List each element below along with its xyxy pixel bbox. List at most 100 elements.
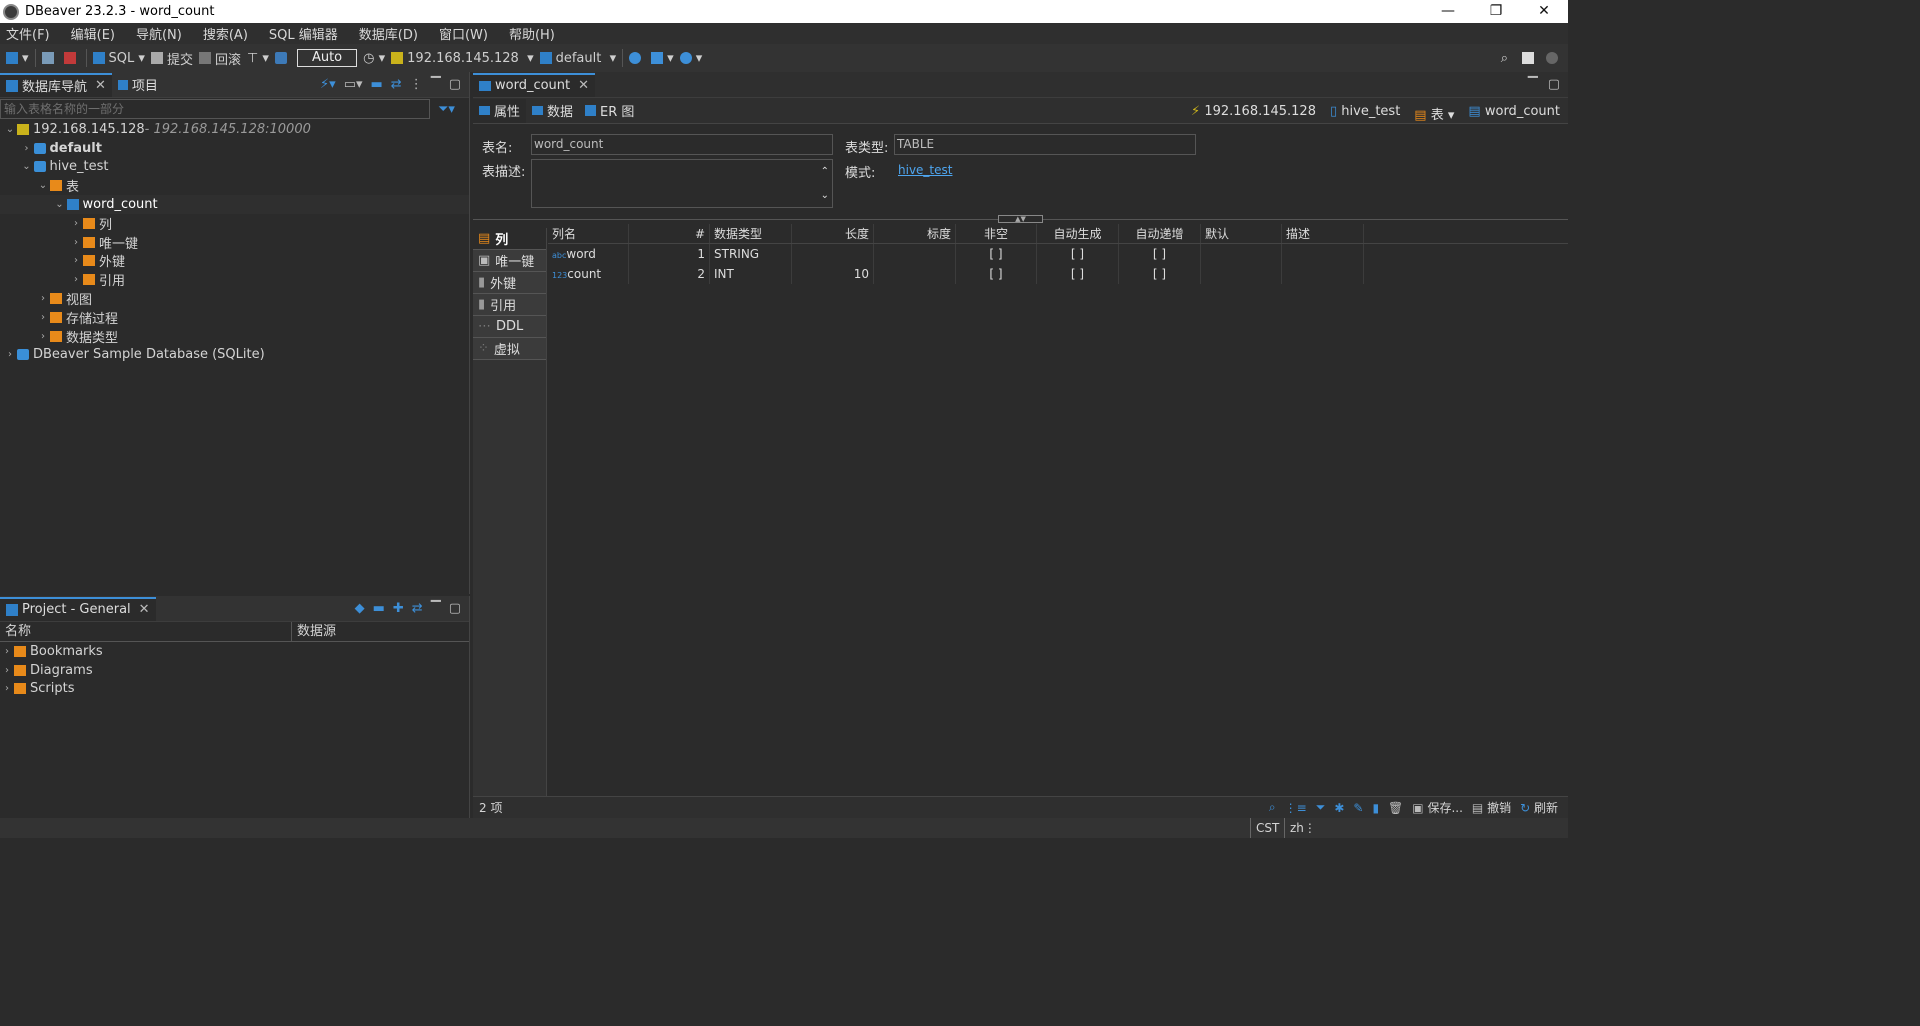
column-name-header[interactable]: 名称 — [0, 622, 292, 641]
menu-sql-editor[interactable]: SQL 编辑器 — [269, 24, 338, 43]
collapse-all-icon[interactable]: ▬ — [373, 601, 385, 616]
minimize-editor-icon[interactable]: ▔ — [1528, 77, 1538, 92]
tab-database-navigator[interactable]: 数据库导航 ✕ — [0, 72, 112, 97]
side-tab-columns[interactable]: ▤ 列 — [473, 228, 546, 250]
header-scale[interactable]: 标度 — [874, 224, 956, 243]
rollback-button[interactable]: 回滚 — [198, 49, 241, 68]
auto-generated-checkbox[interactable]: [ ] — [1037, 264, 1119, 284]
menu-navigate[interactable]: 导航(N) — [136, 24, 182, 43]
search-tool-icon[interactable]: ▾ — [679, 51, 702, 66]
breadcrumb-table[interactable]: ▤ word_count — [1468, 104, 1560, 123]
side-tab-foreign-keys[interactable]: ▮ 外键 — [473, 272, 546, 294]
collapse-all-icon[interactable]: ▬ — [371, 77, 383, 92]
chevron-right-icon[interactable]: › — [69, 218, 83, 229]
close-tab-icon[interactable]: ✕ — [95, 78, 106, 93]
header-data-type[interactable]: 数据类型 — [710, 224, 792, 243]
chevron-right-icon[interactable]: › — [3, 349, 17, 360]
view-menu-icon[interactable]: ⋮ — [410, 77, 423, 92]
side-tab-virtual[interactable]: ⁘ 虚拟 — [473, 338, 546, 360]
close-tab-icon[interactable]: ✕ — [139, 602, 150, 617]
tree-item[interactable]: › 数据类型 — [0, 327, 469, 346]
chevron-right-icon[interactable]: › — [69, 237, 83, 248]
breadcrumb-tables[interactable]: ▤ 表 ▾ — [1414, 104, 1454, 123]
subtab-er-diagram[interactable]: ER 图 — [579, 99, 640, 123]
side-tab-ddl[interactable]: ⋯ DDL — [473, 316, 546, 338]
subtab-properties[interactable]: 属性 — [473, 98, 527, 123]
tree-item[interactable]: ⌄ 192.168.145.128 - 192.168.145.128:10000 — [0, 120, 469, 139]
menu-edit[interactable]: 编辑(E) — [71, 24, 115, 43]
sql-editor-button[interactable]: SQL ▾ — [92, 51, 145, 66]
table-filter-input[interactable]: 输入表格名称的一部分 — [0, 99, 430, 119]
chevron-down-icon[interactable]: ⌄ — [53, 199, 67, 210]
column-datasource-header[interactable]: 数据源 — [292, 622, 336, 641]
tree-item[interactable]: › 列 — [0, 214, 469, 233]
menu-window[interactable]: 窗口(W) — [439, 24, 488, 43]
header-length[interactable]: 长度 — [792, 224, 874, 243]
refresh-button[interactable]: ↻ 刷新 — [1520, 799, 1558, 816]
auto-commit-toggle[interactable]: Auto — [296, 49, 358, 67]
edit-icon[interactable]: ✎ — [1353, 801, 1363, 815]
breadcrumb-database[interactable]: ▯ hive_test — [1330, 104, 1400, 123]
history-icon[interactable]: ◷ ▾ — [363, 51, 385, 66]
tree-item[interactable]: ⌄ 表 — [0, 176, 469, 195]
save-button[interactable]: ▣ 保存... — [1412, 799, 1463, 816]
scroll-down-icon[interactable]: ⌄ — [821, 186, 829, 205]
subtab-data[interactable]: 数据 — [526, 99, 579, 123]
link-with-editor-icon[interactable]: ⇄ — [412, 601, 423, 616]
table-name-field[interactable]: word_count — [531, 134, 833, 155]
tree-item[interactable]: ⌄ hive_test — [0, 158, 469, 177]
table-description-field[interactable]: ⌃ ⌄ — [531, 159, 833, 208]
tab-project-general[interactable]: Project - General ✕ — [0, 596, 156, 621]
chevron-right-icon[interactable]: › — [36, 293, 50, 304]
not-null-checkbox[interactable]: [ ] — [956, 244, 1037, 264]
lock-icon[interactable] — [274, 52, 291, 64]
undo-button[interactable]: ▤ 撤销 — [1472, 799, 1511, 816]
breadcrumb-connection[interactable]: ⚡ 192.168.145.128 — [1191, 104, 1316, 123]
chevron-down-icon[interactable]: ⌄ — [3, 124, 17, 135]
menu-database[interactable]: 数据库(D) — [359, 24, 418, 43]
new-connection-icon[interactable]: ⚡▾ — [320, 77, 336, 92]
transaction-mode-icon[interactable]: ⊤ ▾ — [247, 51, 269, 66]
chevron-down-icon[interactable]: ⌄ — [36, 180, 50, 191]
tree-item[interactable]: › 外键 — [0, 252, 469, 270]
maximize-view-icon[interactable]: ▢ — [449, 601, 461, 616]
global-search-icon[interactable]: ⌕ — [1501, 51, 1508, 66]
tree-item[interactable]: › 视图 — [0, 289, 469, 308]
tree-item[interactable]: › 唯一键 — [0, 233, 469, 252]
er-diagram-icon[interactable]: ▾ — [651, 51, 674, 66]
link-with-editor-icon[interactable]: ⇄ — [391, 77, 402, 92]
tab-projects[interactable]: 项目 — [112, 73, 164, 97]
close-tab-icon[interactable]: ✕ — [578, 78, 589, 93]
connect-icon[interactable] — [41, 52, 58, 64]
scroll-up-icon[interactable]: ⌃ — [821, 162, 829, 181]
tree-item[interactable]: › DBeaver Sample Database (SQLite) — [0, 346, 469, 365]
header-auto-increment[interactable]: 自动递增 — [1119, 224, 1201, 243]
tree-item[interactable]: › 引用 — [0, 270, 469, 289]
add-icon[interactable]: ✚ — [393, 601, 404, 616]
dbeaver-perspective-icon[interactable] — [1546, 52, 1562, 64]
filter-icon[interactable]: ⏷▾ — [438, 102, 455, 117]
tab-word-count[interactable]: word_count ✕ — [473, 72, 596, 97]
add-column-icon[interactable]: ▮ — [1372, 801, 1379, 815]
schema-link[interactable]: hive_test — [898, 163, 952, 177]
maximize-view-icon[interactable]: ▢ — [449, 77, 461, 92]
header-not-null[interactable]: 非空 — [956, 224, 1037, 243]
filter-icon[interactable]: ⏷ — [1316, 800, 1326, 815]
chevron-right-icon[interactable]: › — [36, 331, 50, 342]
header-ordinal[interactable]: # — [629, 224, 710, 243]
close-button[interactable]: ✕ — [1520, 0, 1568, 23]
table-row[interactable]: 123count 2 INT 10 [ ] [ ] [ ] — [548, 264, 1568, 284]
project-item-diagrams[interactable]: › Diagrams — [0, 661, 469, 680]
chevron-down-icon[interactable]: ⌄ — [20, 161, 34, 172]
new-folder-icon[interactable]: ▭▾ — [344, 77, 363, 92]
configure-icon[interactable]: ◆ — [355, 601, 365, 616]
menu-file[interactable]: 文件(F) — [6, 24, 50, 43]
tree-item[interactable]: › default — [0, 139, 469, 158]
dashboard-icon[interactable] — [629, 52, 645, 64]
project-item-scripts[interactable]: › Scripts — [0, 680, 469, 699]
header-column-name[interactable]: 列名 — [548, 224, 629, 243]
project-item-bookmarks[interactable]: › Bookmarks — [0, 642, 469, 661]
chevron-right-icon[interactable]: › — [36, 312, 50, 323]
auto-increment-checkbox[interactable]: [ ] — [1119, 264, 1201, 284]
table-type-field[interactable]: TABLE — [894, 134, 1196, 155]
